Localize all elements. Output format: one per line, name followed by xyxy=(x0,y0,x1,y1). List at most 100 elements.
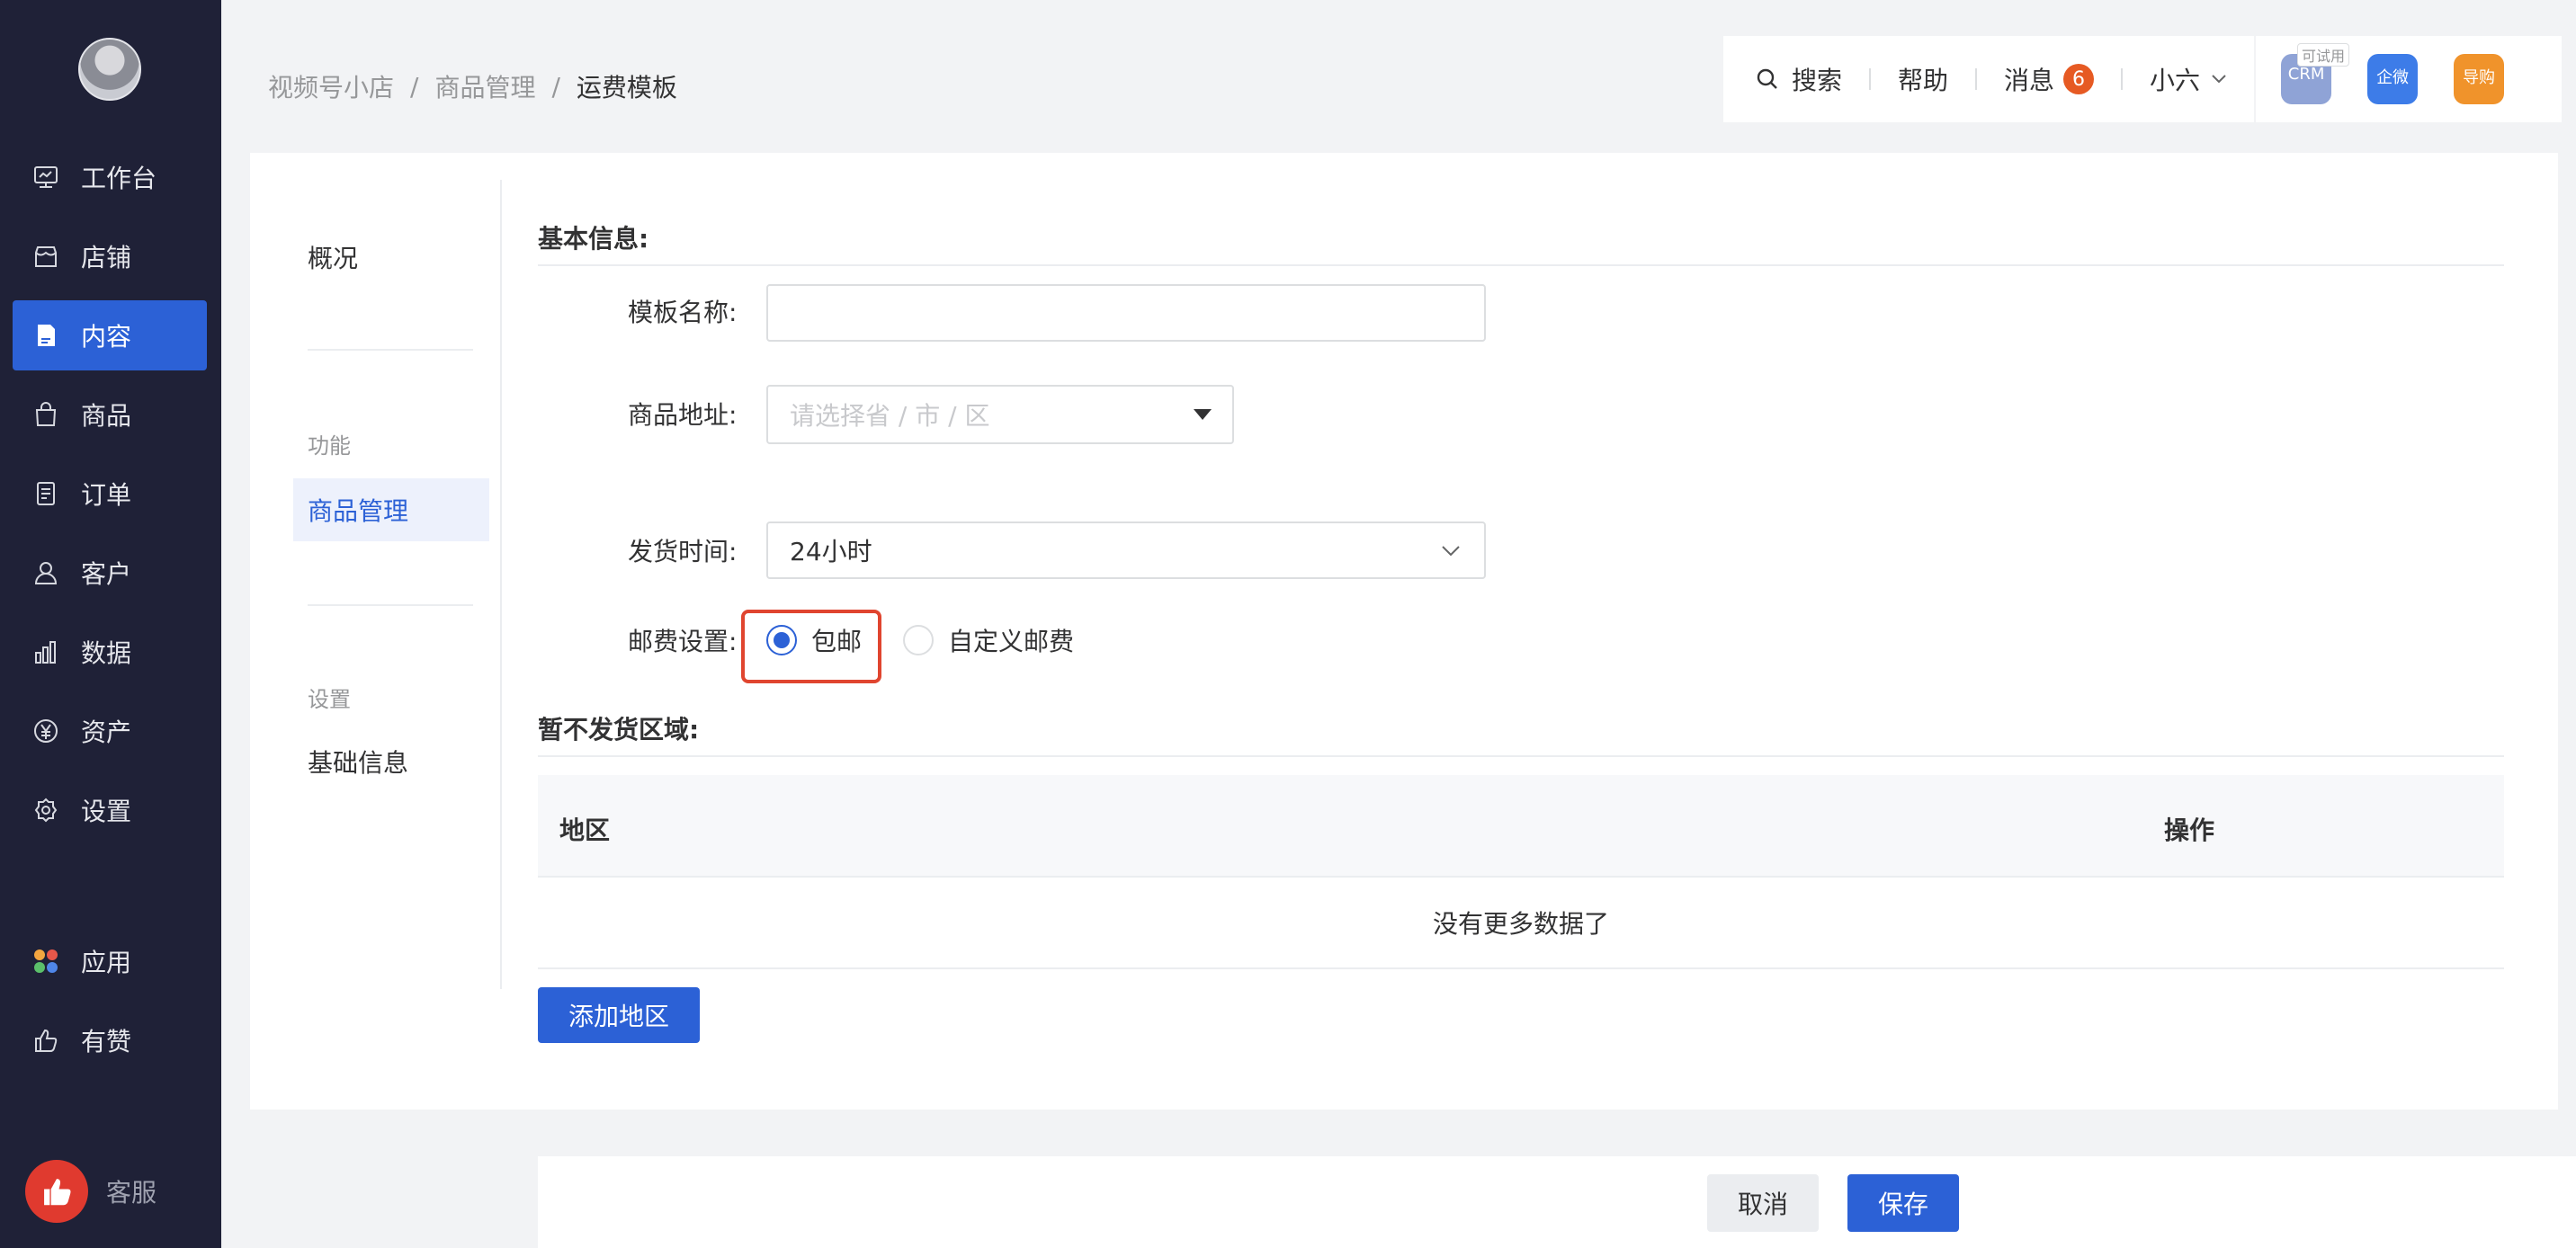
sidebar: 工作台 店铺 内容 商品 订单 客户 数据 资产 设置 应用 有赞 客服 xyxy=(0,0,221,1248)
postage-option-label: 包邮 xyxy=(811,627,863,656)
table-header: 地区 操作 xyxy=(538,775,2504,876)
add-region-button[interactable]: 添加地区 xyxy=(538,987,700,1043)
top-bar: 搜索 帮助 消息 6 小六 CRM 可试用 企微 导购 xyxy=(1723,36,2562,122)
search-icon xyxy=(1756,67,1779,91)
user-menu[interactable]: 小六 xyxy=(2150,61,2227,97)
subnav-item-overview[interactable]: 概况 xyxy=(308,239,358,275)
subnav-item-label: 商品管理 xyxy=(308,496,409,526)
postage-option-free[interactable]: 包邮 xyxy=(766,622,862,658)
sidebar-item-orders[interactable]: 订单 xyxy=(13,459,207,529)
sidebar-item-settings[interactable]: 设置 xyxy=(13,775,207,845)
user-name: 小六 xyxy=(2150,66,2201,95)
store-icon xyxy=(31,241,61,272)
breadcrumb-current: 运费模板 xyxy=(576,73,677,103)
chevron-down-icon xyxy=(1441,545,1461,557)
sidebar-item-label: 设置 xyxy=(81,797,132,826)
subnav-group-function: 功能 xyxy=(308,433,351,459)
sidebar-item-apps[interactable]: 应用 xyxy=(13,926,207,996)
sidebar-item-store[interactable]: 店铺 xyxy=(13,221,207,291)
crm-app-label: CRM xyxy=(2287,65,2325,84)
template-name-label: 模板名称: xyxy=(628,298,738,327)
postage-option-label: 自定义邮费 xyxy=(948,627,1075,656)
bag-icon xyxy=(31,399,61,430)
subnav-item-basic-info[interactable]: 基础信息 xyxy=(293,730,489,793)
template-name-input[interactable] xyxy=(766,284,1486,342)
chevron-down-icon xyxy=(2211,74,2227,85)
apps-icon xyxy=(31,946,61,976)
breadcrumb-separator: / xyxy=(410,71,419,102)
breadcrumb-item-shop[interactable]: 视频号小店 xyxy=(268,68,394,104)
sidebar-item-label: 资产 xyxy=(81,718,132,747)
divider xyxy=(538,755,2504,757)
cancel-button[interactable]: 取消 xyxy=(1707,1174,1819,1232)
search-label: 搜索 xyxy=(1792,66,1843,95)
breadcrumb: 视频号小店 / 商品管理 / 运费模板 xyxy=(268,68,677,104)
trial-tag: 可试用 xyxy=(2297,43,2350,67)
footer-action-bar: 取消 保存 xyxy=(538,1156,2576,1248)
crm-app-icon[interactable]: CRM 可试用 xyxy=(2281,43,2350,104)
sidebar-item-goods[interactable]: 商品 xyxy=(13,379,207,450)
column-header-action: 操作 xyxy=(2164,816,2215,845)
chart-icon xyxy=(31,637,61,667)
sidebar-item-label: 商品 xyxy=(81,401,132,431)
address-select[interactable]: 请选择省 / 市 / 区 xyxy=(766,385,1234,444)
column-header-region: 地区 xyxy=(559,816,611,845)
sidebar-item-content[interactable]: 内容 xyxy=(13,300,207,370)
thumbs-up-icon xyxy=(25,1160,88,1223)
service-label: 客服 xyxy=(106,1178,157,1208)
divider xyxy=(308,349,473,351)
sub-nav: 概况 功能 商品管理 设置 基础信息 xyxy=(250,153,504,1002)
divider xyxy=(1975,68,1978,90)
sidebar-item-label: 店铺 xyxy=(81,243,132,272)
caret-down-icon xyxy=(1193,408,1212,421)
search-button[interactable]: 搜索 xyxy=(1756,61,1842,97)
help-label: 帮助 xyxy=(1898,66,1949,95)
sidebar-item-customers[interactable]: 客户 xyxy=(13,538,207,608)
wecom-app-label: 企微 xyxy=(2376,68,2410,87)
ship-time-label: 发货时间: xyxy=(628,537,738,566)
thumb-icon xyxy=(31,1025,61,1056)
ship-time-value: 24小时 xyxy=(790,537,872,566)
sidebar-item-label: 应用 xyxy=(81,948,132,977)
sidebar-item-data[interactable]: 数据 xyxy=(13,617,207,687)
sidebar-item-label: 数据 xyxy=(81,638,132,668)
ship-time-select[interactable]: 24小时 xyxy=(766,521,1486,579)
save-button[interactable]: 保存 xyxy=(1847,1174,1959,1232)
breadcrumb-item-goods[interactable]: 商品管理 xyxy=(434,68,535,104)
customer-service[interactable]: 客服 xyxy=(25,1160,157,1223)
guide-app-icon[interactable]: 导购 xyxy=(2454,54,2505,104)
address-label: 商品地址: xyxy=(628,400,738,430)
sidebar-item-label: 内容 xyxy=(81,322,132,352)
sidebar-item-label: 订单 xyxy=(81,480,132,510)
sidebar-item-assets[interactable]: 资产 xyxy=(13,696,207,766)
empty-text: 没有更多数据了 xyxy=(1432,909,1609,939)
sidebar-item-youzan[interactable]: 有赞 xyxy=(13,1005,207,1075)
help-link[interactable]: 帮助 xyxy=(1898,61,1948,97)
sidebar-item-label: 有赞 xyxy=(81,1027,132,1056)
radio-unchecked-icon xyxy=(903,625,934,655)
section-title-basic: 基本信息: xyxy=(538,224,649,254)
postage-option-custom[interactable]: 自定义邮费 xyxy=(903,622,1074,658)
sidebar-item-dashboard[interactable]: 工作台 xyxy=(13,142,207,212)
breadcrumb-separator: / xyxy=(551,71,560,102)
subnav-item-goods-management[interactable]: 商品管理 xyxy=(293,478,489,541)
sidebar-item-label: 工作台 xyxy=(81,164,157,193)
content-icon xyxy=(31,320,61,351)
section-title-no-ship: 暂不发货区域: xyxy=(538,715,700,744)
gear-icon xyxy=(31,795,61,825)
main-card: 概况 功能 商品管理 设置 基础信息 基本信息: 模板名称: 商品地址: 请选择… xyxy=(250,153,2558,1110)
divider xyxy=(308,604,473,606)
dashboard-icon xyxy=(31,162,61,192)
postage-label: 邮费设置: xyxy=(628,627,738,656)
messages-badge: 6 xyxy=(2063,64,2095,94)
divider xyxy=(500,180,502,989)
table-empty-row: 没有更多数据了 xyxy=(538,876,2504,969)
wecom-app-icon[interactable]: 企微 xyxy=(2367,54,2419,104)
messages-button[interactable]: 消息 6 xyxy=(2004,61,2095,97)
subnav-group-settings: 设置 xyxy=(308,687,351,712)
radio-checked-icon xyxy=(766,625,797,655)
subnav-item-label: 基础信息 xyxy=(308,748,409,778)
divider xyxy=(2254,36,2257,122)
avatar[interactable] xyxy=(78,38,141,101)
divider xyxy=(538,264,2504,266)
